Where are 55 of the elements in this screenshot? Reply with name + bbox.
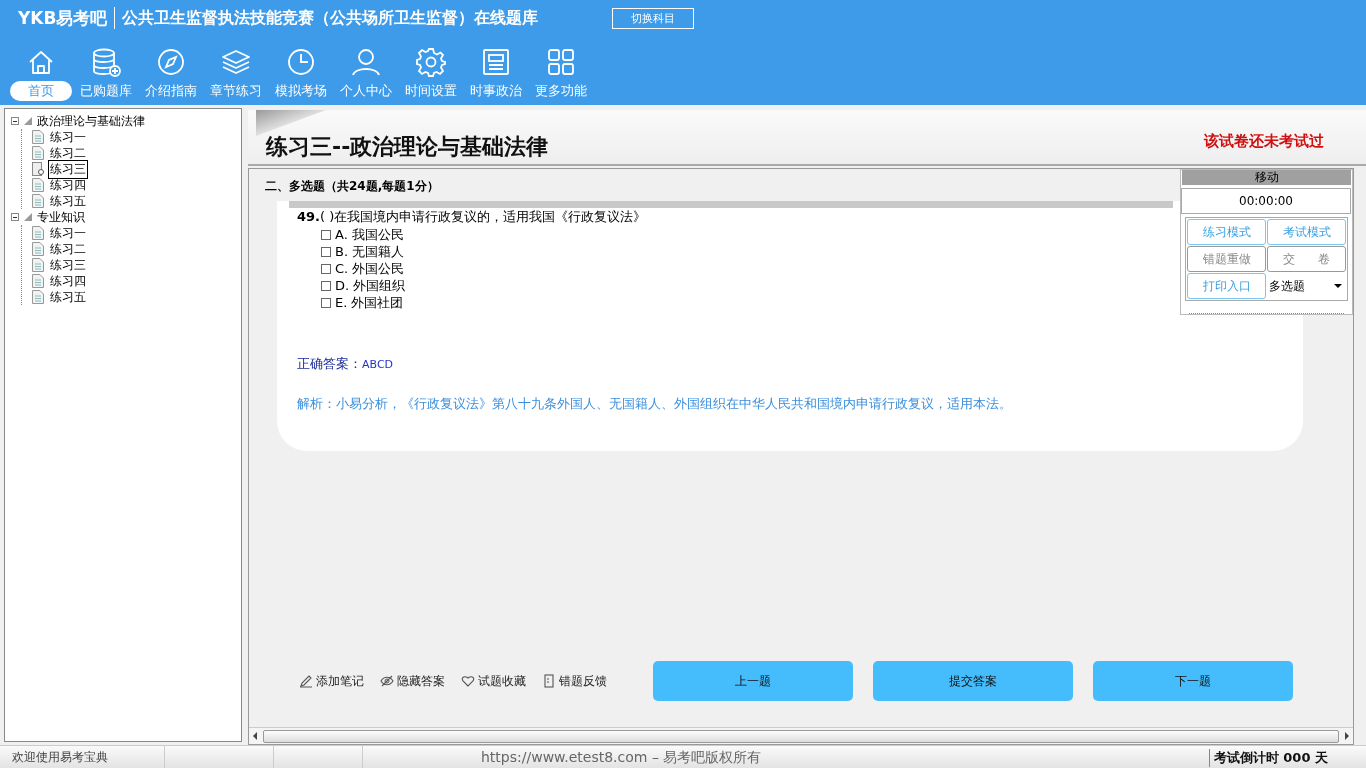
section-heading: 二、多选题（共24题,每题1分）	[265, 178, 439, 195]
answer-label: 正确答案：	[297, 356, 362, 371]
horizontal-scrollbar[interactable]	[249, 727, 1353, 744]
document-icon	[32, 258, 44, 272]
option-checkbox[interactable]	[321, 280, 331, 291]
action-link[interactable]: 隐藏答案	[380, 672, 445, 690]
window-title: 公共卫生监督执法技能竞赛（公共场所卫生监督）在线题库	[122, 7, 539, 29]
exam-title: 练习三--政治理论与基础法律	[266, 133, 549, 161]
welcome-text: 欢迎使用易考宝典	[0, 746, 165, 768]
document-icon	[32, 290, 44, 304]
action-link[interactable]: 添加笔记	[299, 672, 364, 690]
option-label: E. 外国社团	[335, 293, 404, 312]
option-checkbox[interactable]	[321, 229, 331, 240]
analysis-text: 解析：小易分析，《行政复议法》第八十九条外国人、无国籍人、外国组织在中华人民共和国境内申请行政复议，适用本法。	[297, 395, 1013, 413]
nav-button[interactable]: 提交答案	[873, 661, 1073, 701]
pencil-icon	[299, 674, 313, 688]
triangle-icon	[23, 116, 33, 126]
option-checkbox[interactable]	[321, 297, 331, 308]
triangle-icon	[23, 212, 33, 222]
collapse-icon[interactable]	[11, 213, 19, 221]
option-label: B. 无国籍人	[335, 242, 405, 261]
question-text: 49.( )在我国境内申请行政复议的，适用我国《行政复议法》	[297, 208, 648, 226]
answer-value: ABCD	[362, 358, 394, 371]
document-icon	[32, 130, 44, 144]
document-icon	[32, 194, 44, 208]
document-icon	[32, 226, 44, 240]
panel-header[interactable]: 移动	[1182, 170, 1351, 185]
nav-button[interactable]: 下一题	[1093, 661, 1293, 701]
document-icon	[32, 274, 44, 288]
document-icon	[32, 146, 44, 160]
timer-display: 00:00:00	[1181, 188, 1351, 214]
option-label: C. 外国公民	[335, 259, 405, 278]
document-pin-icon	[32, 162, 44, 176]
settings-icon[interactable]	[414, 46, 447, 78]
action-link[interactable]: 试题收藏	[461, 672, 526, 690]
tree-folder[interactable]: 专业知识	[37, 208, 85, 226]
option-label: D. 外国组织	[335, 276, 406, 295]
collapse-icon[interactable]	[11, 117, 19, 125]
copyright-text: https://www.etest8.com – 易考吧版权所有	[480, 748, 762, 767]
heart-icon	[461, 674, 475, 688]
document-icon	[32, 178, 44, 192]
document-icon	[542, 674, 556, 688]
tree-folder[interactable]: 政治理论与基础法律	[37, 112, 145, 130]
user-icon[interactable]	[349, 46, 382, 78]
countdown-text: 考试倒计时 000 天	[1208, 748, 1366, 767]
exam-status: 该试卷还未考试过	[1204, 131, 1324, 151]
tree-item[interactable]: 练习三	[48, 159, 88, 179]
action-link[interactable]: 错题反馈	[542, 672, 607, 690]
option-checkbox[interactable]	[321, 263, 331, 274]
document-icon	[32, 242, 44, 256]
nav-button[interactable]: 上一题	[653, 661, 853, 701]
app-logo: YKB易考吧	[18, 6, 108, 30]
eye-icon	[380, 674, 394, 688]
option-checkbox[interactable]	[321, 246, 331, 257]
option-label: A. 我国公民	[335, 225, 404, 244]
